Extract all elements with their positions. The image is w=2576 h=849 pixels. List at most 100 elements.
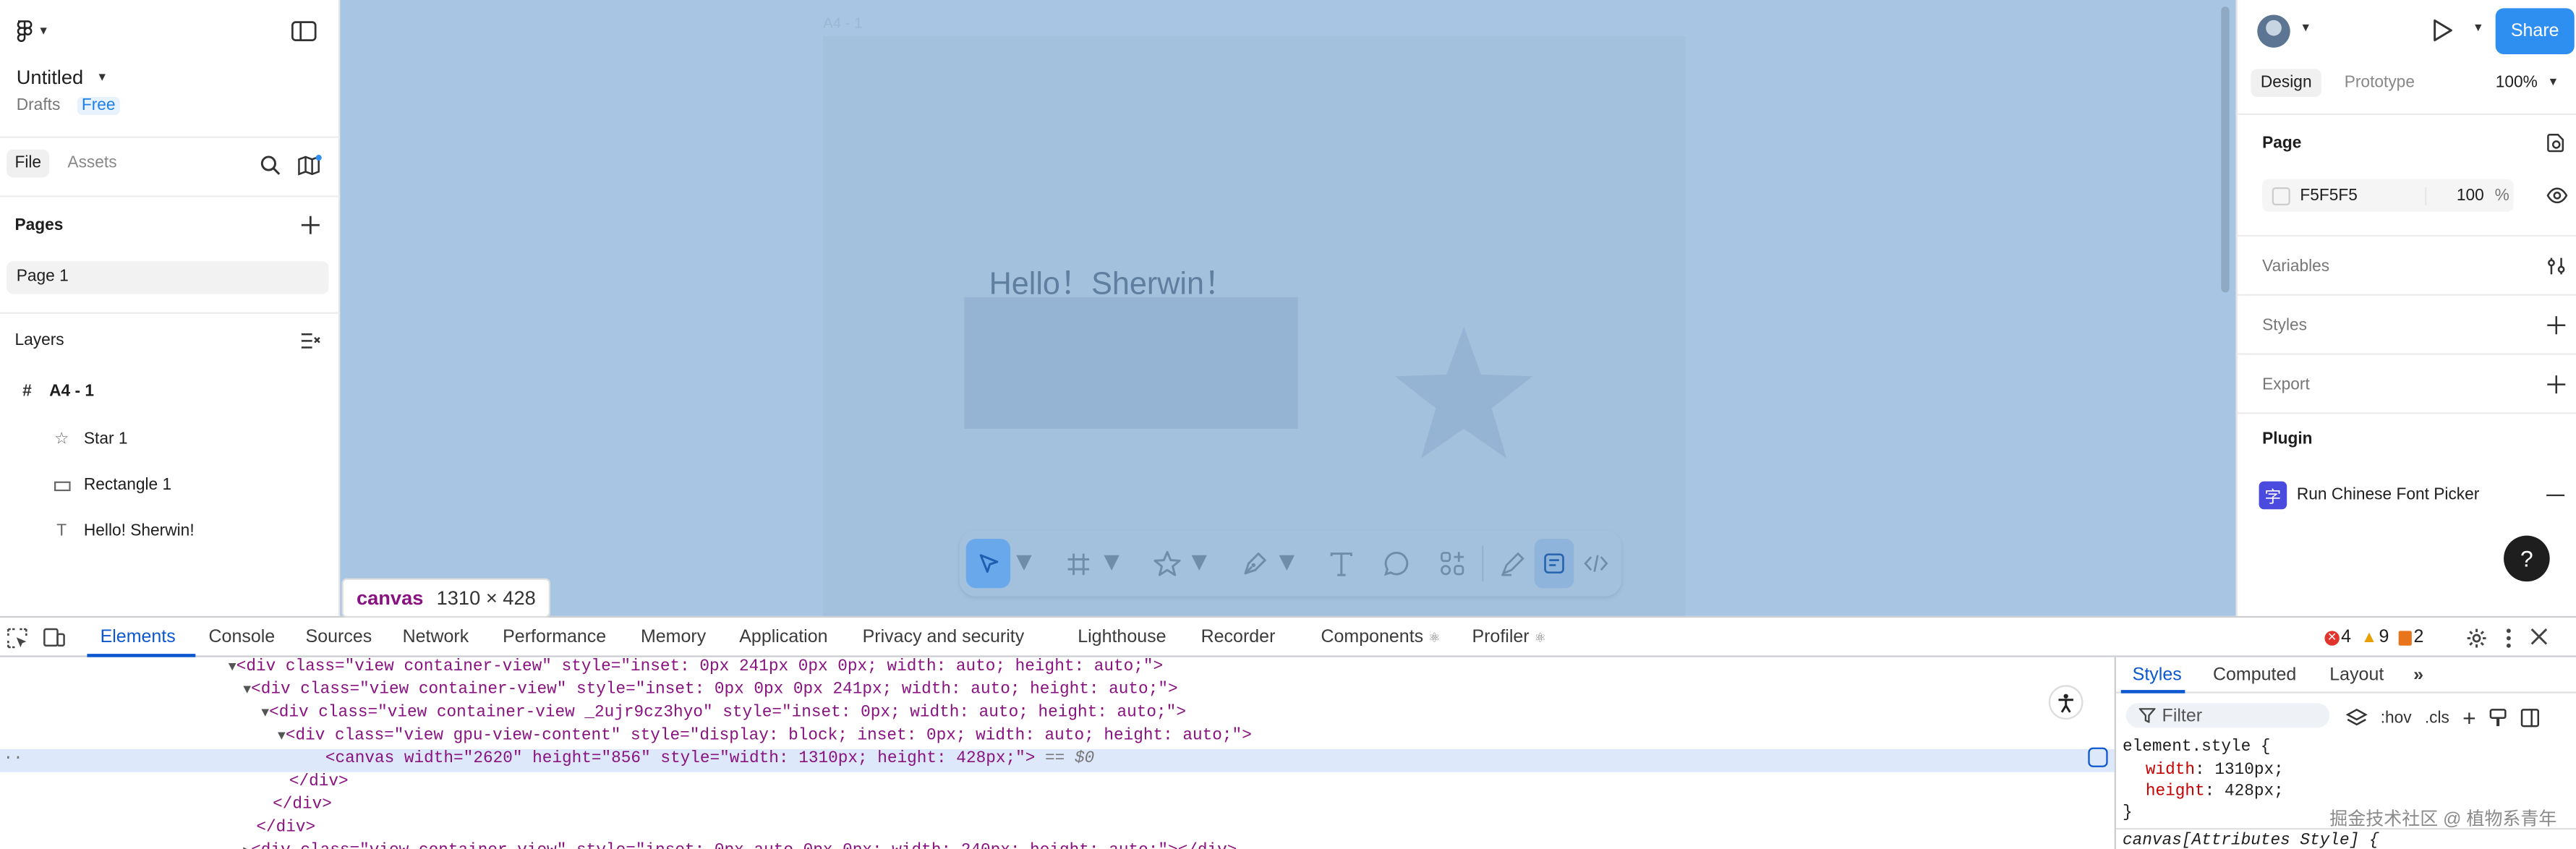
dom-line[interactable]: ▼<div class="view gpu-view-content" styl… <box>278 726 1252 749</box>
chevron-down-icon[interactable]: ▼ <box>1011 539 1037 588</box>
tab-file[interactable]: File <box>7 149 50 178</box>
dom-line[interactable]: </div> <box>273 795 332 819</box>
plan-badge[interactable]: Free <box>77 97 121 116</box>
close-icon[interactable] <box>2530 628 2548 646</box>
tab-design[interactable]: Design <box>2251 69 2322 98</box>
hover-state-toggle[interactable]: :hov <box>2381 709 2412 727</box>
dom-line[interactable]: ▼<div class="view container-view _2ujr9c… <box>261 703 1186 726</box>
devtools-tab-console[interactable]: Console <box>209 628 276 647</box>
more-tabs-chevron-icon[interactable]: » <box>2413 665 2423 685</box>
layer-star[interactable]: ☆ Star 1 <box>53 430 127 448</box>
page-item-1[interactable]: Page 1 <box>7 261 329 294</box>
accessibility-tree-button[interactable] <box>2048 685 2084 720</box>
avatar[interactable] <box>2257 14 2290 48</box>
eye-icon[interactable] <box>2546 186 2568 205</box>
dom-badge-icon[interactable] <box>2088 747 2108 767</box>
css-attr-rule[interactable]: canvas[Attributes Style] { <box>2123 833 2379 849</box>
layers-stack-icon[interactable] <box>2345 708 2368 728</box>
add-page-icon[interactable] <box>301 216 320 235</box>
expand-arrow-icon[interactable]: ▶ <box>243 845 251 849</box>
new-style-rule-icon[interactable]: + <box>2462 705 2476 731</box>
tab-assets[interactable]: Assets <box>59 150 125 178</box>
paint-brush-icon[interactable] <box>2489 708 2507 728</box>
issue-counters[interactable]: ✕ 4 ▲ 9 2 <box>2324 628 2423 647</box>
drafts-link[interactable]: Drafts <box>17 97 61 115</box>
dom-line[interactable]: ▼<div class="view container-view" style=… <box>229 657 1163 681</box>
elements-dom-tree[interactable]: ▼<div class="view container-view" style=… <box>0 657 2115 849</box>
dom-line-selected[interactable]: ·· <canvas width="2620" height="856" styl… <box>0 748 2115 772</box>
chevron-down-icon[interactable]: ▼ <box>2473 23 2484 35</box>
remove-plugin-icon[interactable] <box>2546 494 2565 497</box>
devtools-tab-elements[interactable]: Elements <box>101 628 176 647</box>
expand-arrow-icon[interactable]: ▼ <box>261 707 269 721</box>
plugin-item[interactable]: 字 Run Chinese Font Picker <box>2259 481 2479 510</box>
error-count[interactable]: ✕ 4 <box>2324 628 2351 647</box>
expand-arrow-icon[interactable]: ▼ <box>243 683 251 698</box>
page-opacity[interactable]: 100 <box>2425 186 2491 205</box>
tab-prototype[interactable]: Prototype <box>2334 69 2425 97</box>
class-toggle[interactable]: .cls <box>2425 709 2449 727</box>
move-tool-button[interactable] <box>965 539 1011 589</box>
layer-frame[interactable]: # A4 - 1 <box>18 383 94 401</box>
share-button[interactable]: Share <box>2495 8 2575 54</box>
devtools-tab-performance[interactable]: Performance <box>503 628 606 647</box>
search-icon[interactable] <box>260 155 281 176</box>
dom-line[interactable]: ▼<div class="view container-view" style=… <box>243 680 1177 703</box>
styles-tab-styles[interactable]: Styles <box>2133 665 2182 685</box>
devtools-tab-components[interactable]: Components ⚛ <box>1321 628 1440 647</box>
dev-mode-button[interactable] <box>1534 539 1574 589</box>
comment-tool-button[interactable] <box>1378 539 1416 588</box>
main-menu-button[interactable]: ▼ <box>17 18 59 44</box>
gear-icon[interactable] <box>2466 628 2488 649</box>
dom-line[interactable]: </div> <box>256 818 315 841</box>
collapse-layers-icon[interactable] <box>301 332 320 350</box>
text-tool-button[interactable] <box>1323 539 1361 588</box>
dom-line[interactable]: </div> <box>289 772 349 795</box>
devtools-tab-lighthouse[interactable]: Lighthouse <box>1078 628 1166 647</box>
code-button[interactable] <box>1577 539 1615 588</box>
devtools-tab-privacy[interactable]: Privacy and security <box>863 628 1025 647</box>
file-title[interactable]: Untitled ▼ <box>17 66 108 89</box>
sidebar-toggle-icon[interactable] <box>291 20 317 43</box>
devtools-tab-profiler[interactable]: Profiler ⚛ <box>1472 628 1545 647</box>
page-styles-icon[interactable] <box>2546 133 2566 153</box>
add-style-icon[interactable] <box>2546 315 2566 335</box>
layer-rectangle[interactable]: Rectangle 1 <box>53 477 171 495</box>
design-canvas[interactable]: A4 - 1 Hello！Sherwin！ ▼ ▼ ▼ ▼ <box>340 0 2236 616</box>
expand-arrow-icon[interactable]: ▼ <box>229 660 236 675</box>
export-section[interactable]: Export <box>2262 376 2310 394</box>
styles-tab-computed[interactable]: Computed <box>2213 665 2296 685</box>
device-toolbar-icon[interactable] <box>43 628 66 649</box>
draw-mode-button[interactable] <box>1493 539 1531 588</box>
styles-tab-layout[interactable]: Layout <box>2329 665 2384 685</box>
chevron-down-icon[interactable]: ▼ <box>1186 539 1212 588</box>
devtools-tab-application[interactable]: Application <box>739 628 827 647</box>
devtools-tab-memory[interactable]: Memory <box>641 628 706 647</box>
more-vert-icon[interactable] <box>2505 628 2512 649</box>
dom-line[interactable]: ▶<div class="view container-view" style=… <box>243 841 1237 849</box>
expand-arrow-icon[interactable]: ▼ <box>278 730 286 744</box>
pen-tool-button[interactable] <box>1235 539 1274 588</box>
layer-text[interactable]: T Hello! Sherwin! <box>53 522 194 540</box>
css-declaration[interactable]: width: 1310px; <box>2146 762 2284 780</box>
inspect-element-icon[interactable] <box>7 628 28 649</box>
css-declaration[interactable]: height: 428px; <box>2146 784 2284 802</box>
devtools-tab-network[interactable]: Network <box>403 628 469 647</box>
actions-button[interactable] <box>1433 539 1471 588</box>
frame-label[interactable]: A4 - 1 <box>823 14 863 31</box>
shape-tool-button[interactable] <box>1148 539 1186 588</box>
color-swatch[interactable] <box>2272 186 2290 205</box>
chevron-down-icon[interactable]: ▼ <box>1274 539 1300 588</box>
variables-adjust-icon[interactable] <box>2546 256 2566 276</box>
toggle-sidebar-icon[interactable] <box>2520 708 2540 728</box>
page-color-hex[interactable]: F5F5F5 <box>2300 187 2425 205</box>
canvas-star[interactable] <box>1391 324 1536 462</box>
present-play-icon[interactable] <box>2431 18 2455 43</box>
issues-count[interactable]: 2 <box>2399 628 2423 647</box>
variables-section[interactable]: Variables <box>2262 258 2329 276</box>
devtools-tab-sources[interactable]: Sources <box>306 628 372 647</box>
page-color-field[interactable]: F5F5F5 100 % <box>2262 179 2514 213</box>
frame-tool-button[interactable] <box>1060 539 1099 588</box>
zoom-control[interactable]: 100% ▼ <box>2496 74 2559 92</box>
warning-count[interactable]: ▲ 9 <box>2361 628 2389 647</box>
